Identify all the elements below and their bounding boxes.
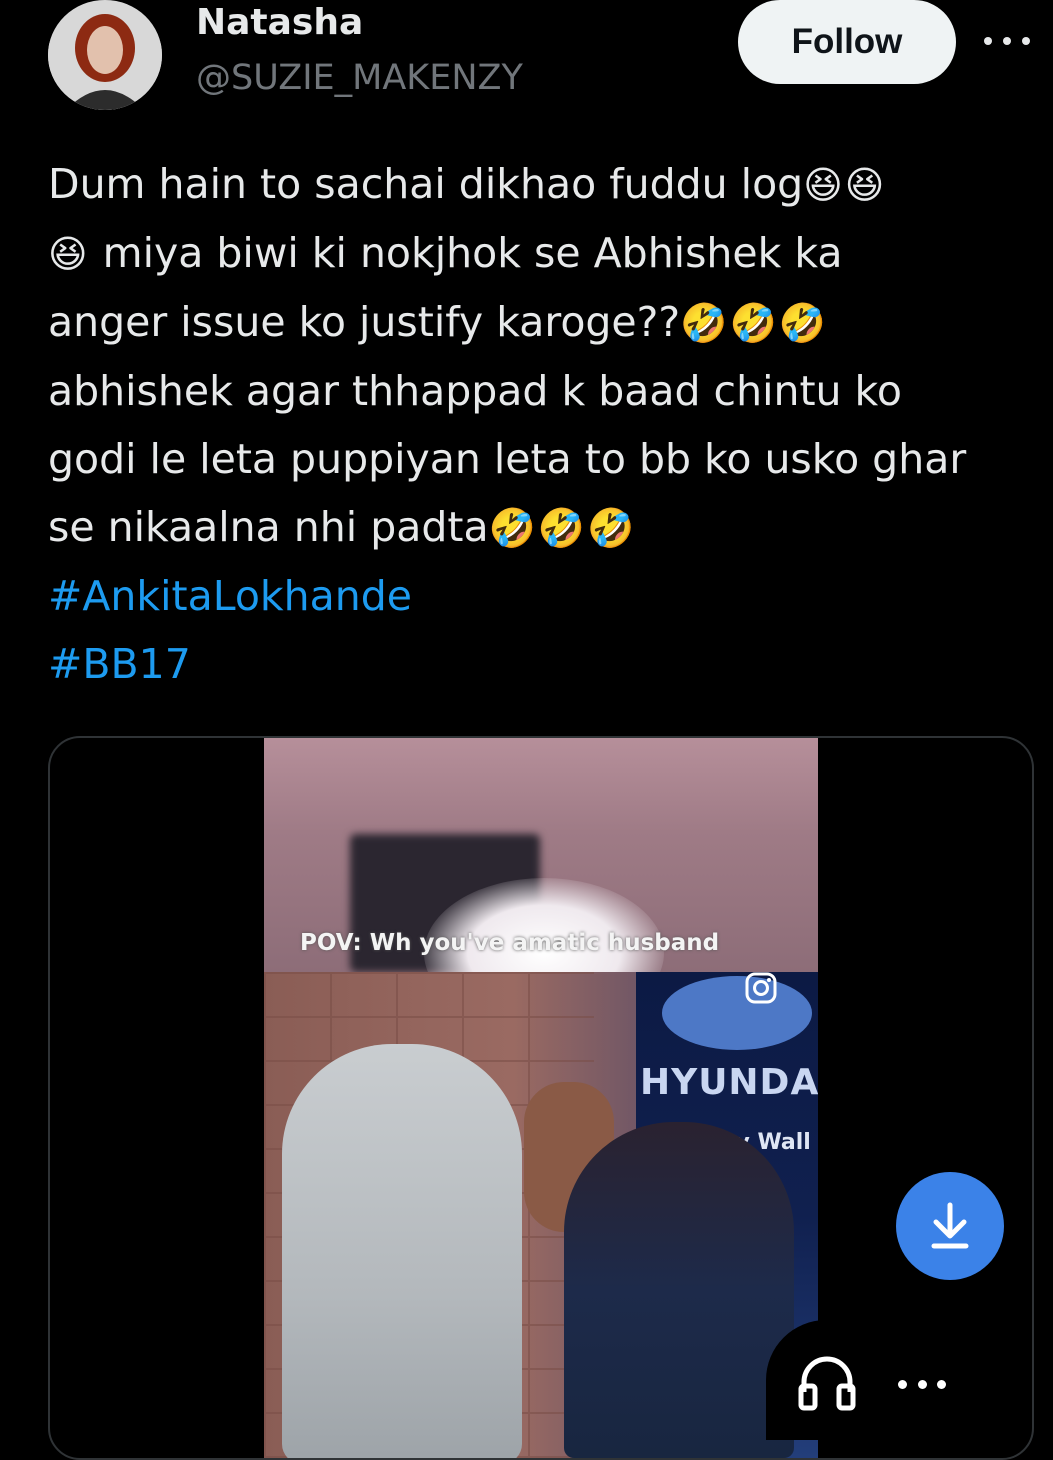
headphones-icon[interactable] — [796, 1352, 858, 1414]
brand-logo — [662, 976, 812, 1050]
person-woman — [564, 1122, 794, 1458]
author-avatar[interactable] — [48, 0, 162, 110]
tweet-line: abhishek agar thhappad k baad chintu ko — [48, 367, 902, 415]
video-player[interactable]: POV: Wh you've amatic husband HYUNDA ety… — [264, 738, 818, 1458]
tweet-line: se nikaalna nhi padta🤣🤣🤣 — [48, 503, 637, 551]
download-icon — [931, 1202, 969, 1249]
grinning-squinting-face-emoji: 😆😆 — [803, 163, 887, 207]
tweet-line: anger issue ko justify karoge??🤣🤣🤣 — [48, 298, 829, 346]
video-caption: POV: Wh you've amatic husband — [300, 930, 720, 956]
video-upper-frame: POV: Wh you've amatic husband — [264, 738, 818, 1028]
hashtag-link[interactable]: #AnkitaLokhande — [48, 572, 412, 620]
author-name[interactable]: Natasha — [196, 2, 363, 43]
more-options-icon[interactable] — [984, 24, 1030, 58]
instagram-icon — [745, 972, 777, 1004]
tweet-line: godi le leta puppiyan leta to bb ko usko… — [48, 435, 967, 483]
tweet-text: Dum hain to sachai dikhao fuddu log😆😆 😆 … — [48, 150, 1038, 698]
follow-button[interactable]: Follow — [738, 0, 956, 84]
download-button[interactable] — [896, 1172, 1004, 1280]
video-lower-frame: HYUNDA ety Wall — [264, 972, 818, 1458]
tweet-line: 😆 miya biwi ki nokjhok se Abhishek ka — [48, 229, 843, 277]
rolling-laughing-emoji: 🤣🤣🤣 — [488, 506, 637, 550]
person-hoodie — [282, 1044, 522, 1458]
tweet-line: Dum hain to sachai dikhao fuddu log😆😆 — [48, 160, 887, 208]
rolling-laughing-emoji: 🤣🤣🤣 — [680, 301, 829, 345]
author-handle[interactable]: @SUZIE_MAKENZY — [196, 58, 523, 98]
hashtag-link[interactable]: #BB17 — [48, 640, 191, 688]
brand-text: HYUNDA — [640, 1062, 818, 1103]
grinning-squinting-face-emoji: 😆 — [48, 232, 90, 276]
more-options-icon[interactable] — [898, 1378, 946, 1390]
